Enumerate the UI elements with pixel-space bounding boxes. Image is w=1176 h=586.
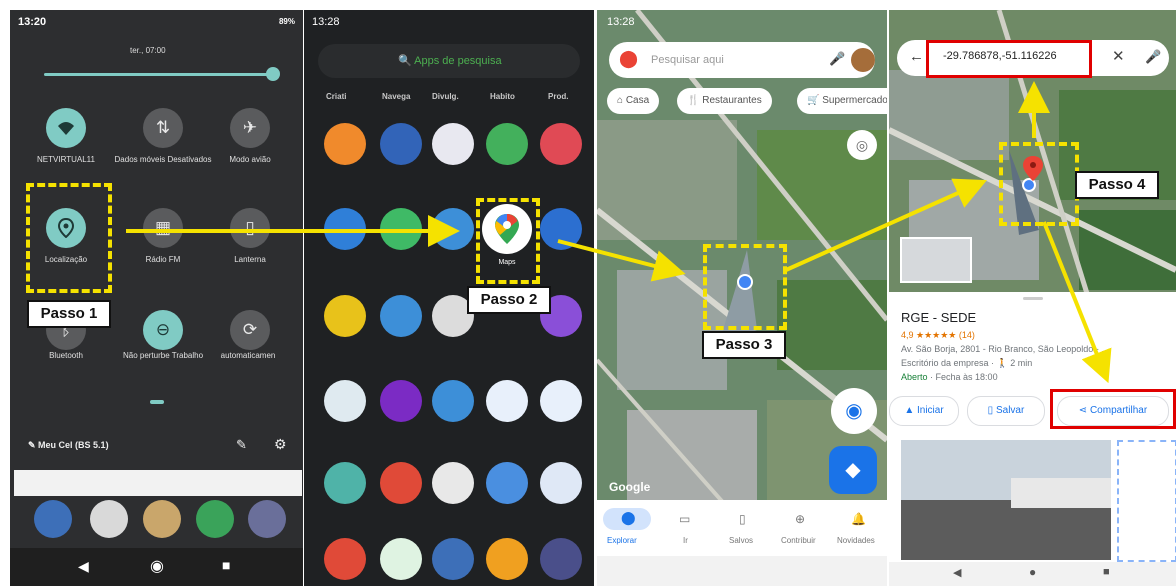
arrow-step3-to-step4: [785, 178, 987, 272]
arrow-to-share: [1042, 221, 1112, 384]
step3-callout: Passo 3: [702, 331, 786, 359]
step2-callout: Passo 2: [467, 286, 551, 314]
step4-callout: Passo 4: [1075, 171, 1159, 199]
step-arrows: [126, 81, 1112, 384]
step1-callout: Passo 1: [27, 300, 111, 328]
arrow-step2-to-step3: [557, 239, 686, 282]
